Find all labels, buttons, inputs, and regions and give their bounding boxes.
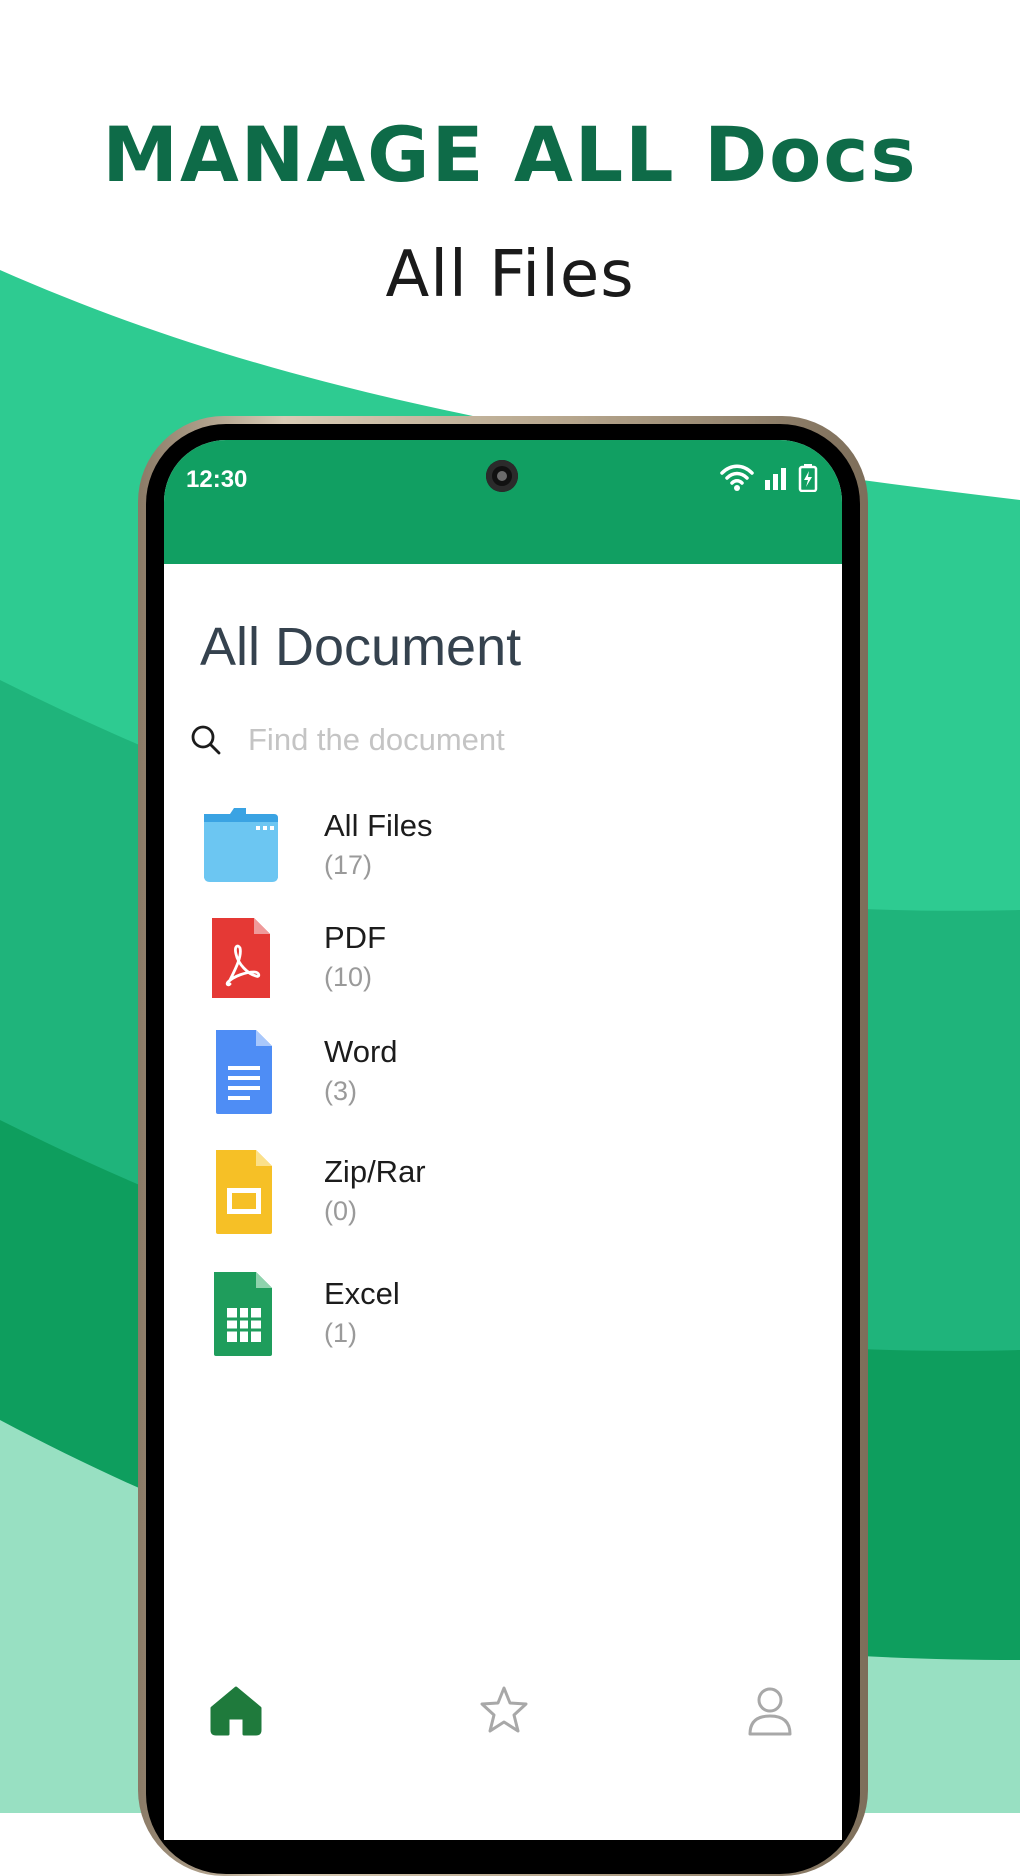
excel-file-icon bbox=[214, 1272, 272, 1356]
list-item-zip-rar[interactable]: Zip/Rar (0) bbox=[164, 1146, 842, 1256]
status-icons bbox=[720, 464, 818, 492]
list-item-count: (10) bbox=[324, 962, 373, 992]
star-icon bbox=[480, 1686, 528, 1733]
list-item-all-files[interactable]: All Files (17) bbox=[164, 800, 842, 910]
search-bar[interactable] bbox=[190, 718, 810, 764]
home-icon bbox=[210, 1686, 262, 1736]
word-file-icon bbox=[216, 1030, 272, 1114]
list-item-label: PDF bbox=[324, 920, 386, 955]
list-item-count: (17) bbox=[324, 850, 373, 880]
search-icon[interactable] bbox=[190, 724, 222, 756]
list-item-label: Excel bbox=[324, 1276, 400, 1311]
list-item-label: Zip/Rar bbox=[324, 1154, 426, 1189]
slides-file-icon bbox=[216, 1150, 272, 1234]
front-camera bbox=[486, 460, 518, 492]
pdf-file-icon bbox=[212, 918, 270, 998]
bottom-navigation bbox=[164, 1680, 842, 1840]
list-item-word[interactable]: Word (3) bbox=[164, 1026, 842, 1136]
search-input[interactable] bbox=[248, 720, 788, 760]
wifi-icon bbox=[720, 464, 754, 491]
list-item-pdf[interactable]: PDF (10) bbox=[164, 912, 842, 1022]
list-item-label: Word bbox=[324, 1034, 398, 1069]
list-item-label: All Files bbox=[324, 808, 433, 843]
page-title: All Document bbox=[200, 617, 522, 677]
promo-subheadline: All Files bbox=[385, 238, 635, 312]
nav-favorites-button[interactable] bbox=[474, 1680, 534, 1740]
status-bar: 12:30 bbox=[164, 440, 842, 564]
list-item-excel[interactable]: Excel (1) bbox=[164, 1268, 842, 1378]
user-icon bbox=[748, 1687, 792, 1736]
folder-icon bbox=[204, 808, 278, 882]
phone-screen: 12:30 All Document Find the document All… bbox=[164, 440, 842, 1840]
list-item-count: (1) bbox=[324, 1318, 357, 1348]
signal-icon bbox=[765, 468, 786, 490]
list-item-count: (3) bbox=[324, 1076, 357, 1106]
nav-profile-button[interactable] bbox=[740, 1680, 800, 1740]
battery-charging-icon bbox=[798, 464, 818, 492]
promo-headline: MANAGE ALL Docs bbox=[102, 110, 918, 199]
list-item-count: (0) bbox=[324, 1196, 357, 1226]
status-time: 12:30 bbox=[186, 466, 248, 493]
nav-home-button[interactable] bbox=[206, 1680, 266, 1740]
